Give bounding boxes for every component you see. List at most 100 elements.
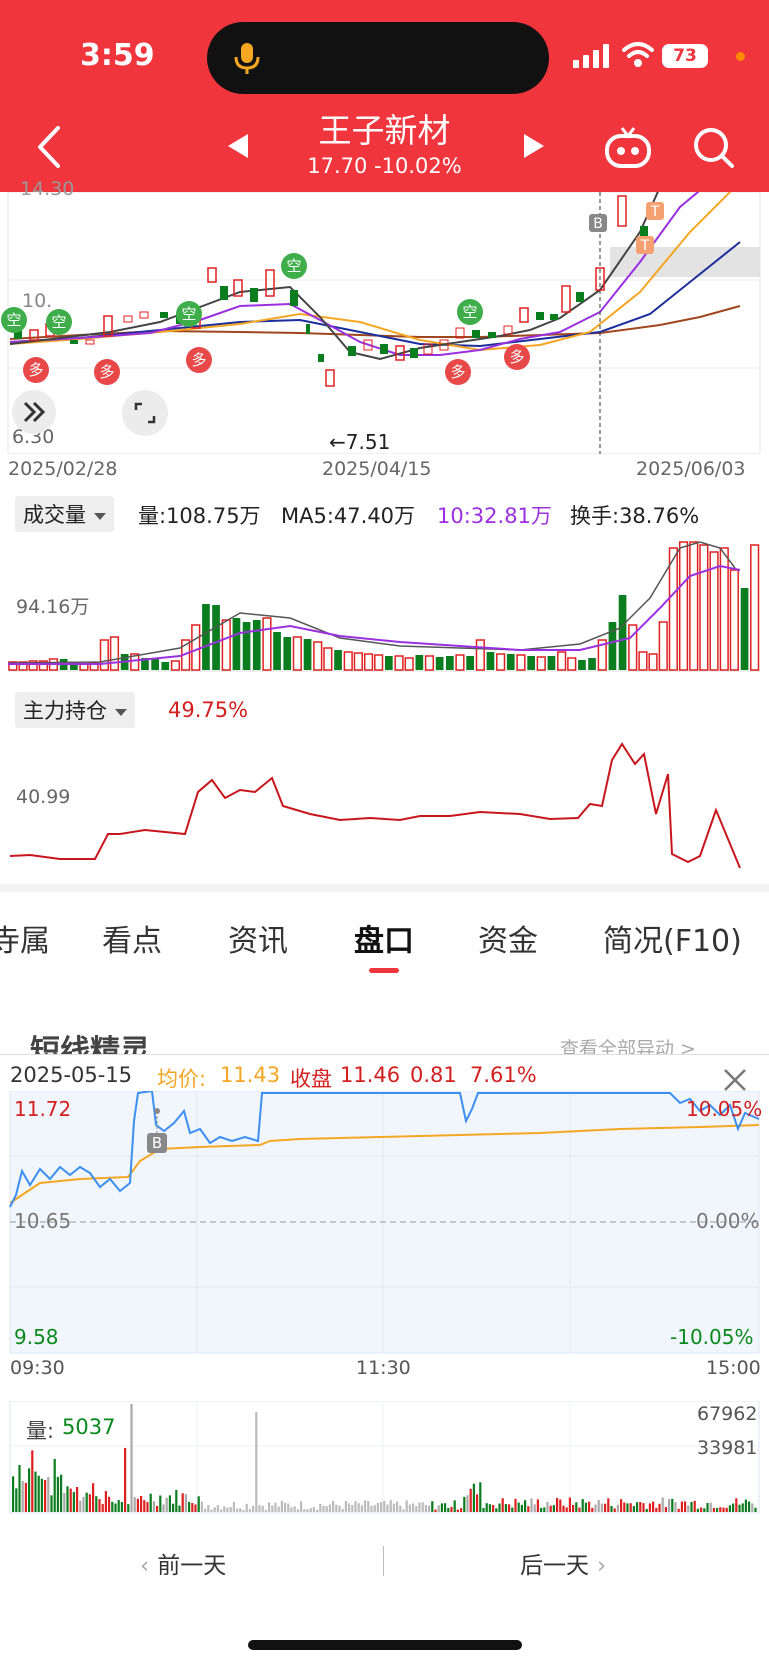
intraday-volume-bar: [492, 1505, 495, 1512]
intraday-volume-bar: [735, 1498, 738, 1512]
tab-bar: 寺属 看点 资讯 盘口 资金 简况(F10): [0, 892, 769, 972]
intraday-volume-bar: [357, 1503, 360, 1512]
intraday-volume-bar: [469, 1488, 472, 1512]
intraday-volume-bar: [252, 1506, 255, 1512]
intraday-volume-bar: [69, 1488, 72, 1512]
volume-bar: [323, 647, 333, 671]
intraday-volume-bar: [204, 1508, 207, 1512]
intraday-volume-bar: [610, 1506, 613, 1512]
intraday-volume-bar: [130, 1404, 133, 1512]
search-icon[interactable]: [692, 126, 736, 170]
intraday-volume-bar: [588, 1501, 591, 1512]
holdings-selector[interactable]: 主力持仓: [15, 692, 135, 728]
intraday-volume-bar: [50, 1495, 53, 1512]
intraday-volume-bar: [389, 1500, 392, 1512]
intraday-volume-bar: [645, 1509, 648, 1512]
next-day-button[interactable]: 后一天 ›: [520, 1546, 606, 1580]
intraday-volume-bar: [671, 1498, 674, 1512]
next-stock-icon[interactable]: [522, 132, 546, 160]
intraday-volume-bar: [629, 1503, 632, 1512]
price-change: 0.81: [410, 1063, 457, 1087]
intraday-volume-bar: [12, 1476, 15, 1512]
intraday-volume-bar: [76, 1487, 79, 1512]
intraday-volume-bar: [373, 1505, 376, 1512]
volume-bar: [109, 636, 120, 671]
intraday-volume-bar: [316, 1509, 319, 1512]
kline-chart[interactable]: 空 空 空 空 空 多 多 多 多 多 B T T 14.30 10. 6.30…: [0, 178, 769, 455]
chevron-down-icon: [94, 512, 106, 520]
tab-funds[interactable]: 资金: [478, 916, 538, 960]
intraday-volume-bar: [482, 1508, 485, 1512]
holdings-axis-value: 40.99: [16, 786, 71, 808]
tab-profile[interactable]: 简况(F10): [603, 916, 742, 960]
intraday-volume-bar: [319, 1504, 322, 1512]
expand-panel-button[interactable]: [12, 390, 56, 434]
intraday-volume-bar: [85, 1492, 88, 1512]
svg-text:T: T: [650, 204, 660, 220]
intraday-volume-bar: [604, 1503, 607, 1512]
intraday-volume-bar: [632, 1506, 635, 1512]
intraday-volume-bar: [479, 1482, 482, 1512]
intraday-volume-bar: [565, 1507, 568, 1512]
volume-selector[interactable]: 成交量: [15, 496, 114, 532]
tab-affiliation[interactable]: 寺属: [0, 916, 50, 960]
status-time: 3:59: [80, 38, 155, 73]
stock-name: 王子新材: [318, 111, 451, 150]
previous-day-button[interactable]: ‹ 前一天: [140, 1546, 226, 1580]
intraday-volume-bar: [616, 1504, 619, 1512]
intraday-chart[interactable]: B 11.72 10.65 9.58 10.05% 0.00% -10.05% …: [0, 1089, 769, 1425]
kline-date-end: 2025/06/03: [636, 458, 746, 480]
volume-bar: [740, 588, 749, 670]
tab-highlights[interactable]: 看点: [102, 916, 162, 960]
intraday-volume-bar: [95, 1496, 98, 1512]
svg-text:多: 多: [191, 351, 206, 369]
intraday-volume-bar: [66, 1486, 69, 1512]
volume-bar: [161, 662, 170, 670]
intraday-volume-bar: [322, 1505, 325, 1512]
svg-text:T: T: [640, 238, 650, 254]
volume-bar: [363, 653, 374, 671]
intraday-volume-bar: [386, 1504, 389, 1512]
intraday-volume-bar: [277, 1506, 280, 1512]
intraday-volume-bar: [690, 1501, 693, 1512]
intraday-vol-axis-mid: 33981: [697, 1437, 758, 1459]
svg-text:多: 多: [28, 361, 43, 379]
intraday-volume-bar: [229, 1507, 232, 1512]
intraday-volume-bar: [380, 1502, 383, 1512]
intraday-volume-bar: [680, 1501, 683, 1512]
intraday-popup: 2025-05-15 均价: 11.43 收盘 11.46 0.81 7.61%…: [0, 1054, 769, 1665]
fullscreen-button[interactable]: [122, 390, 168, 436]
battery-indicator: 73: [662, 44, 708, 68]
volume-bar: [648, 653, 658, 671]
intraday-volume-bar: [34, 1471, 37, 1512]
tab-order-book[interactable]: 盘口: [354, 916, 414, 960]
intraday-volume-bar: [732, 1503, 735, 1512]
intraday-volume-bar: [460, 1508, 463, 1512]
intraday-volume-bar: [396, 1501, 399, 1512]
intraday-volume-bar: [348, 1503, 351, 1512]
tab-news[interactable]: 资讯: [228, 916, 288, 960]
volume-bar: [424, 655, 435, 671]
assistant-robot-icon[interactable]: [604, 126, 652, 170]
volume-bar: [557, 651, 567, 671]
volume-turnover: 换手:38.76%: [570, 504, 700, 528]
home-indicator: [248, 1640, 522, 1650]
intraday-volume-bar: [79, 1500, 82, 1512]
intraday-volume-bar: [159, 1495, 162, 1512]
intraday-volume-bar: [351, 1505, 354, 1512]
intraday-volume-bar: [44, 1480, 47, 1512]
intraday-volume-bar: [533, 1504, 536, 1512]
intraday-volume-bar: [101, 1503, 104, 1512]
intraday-vol-value: 5037: [62, 1415, 116, 1439]
volume-bar: [678, 541, 689, 671]
intraday-volume-bar: [517, 1502, 520, 1512]
intraday-pct-low: -10.05%: [670, 1325, 754, 1349]
intraday-volume-bar: [133, 1497, 136, 1512]
close-icon[interactable]: [722, 1067, 748, 1093]
volume-chart-svg: [7, 541, 760, 672]
intraday-volume-bar: [114, 1503, 117, 1512]
intraday-volume-bar: [424, 1505, 427, 1512]
intraday-volume-bar: [287, 1503, 290, 1512]
close-price-value: 11.46: [340, 1063, 401, 1087]
intraday-volume-bar: [242, 1510, 245, 1512]
